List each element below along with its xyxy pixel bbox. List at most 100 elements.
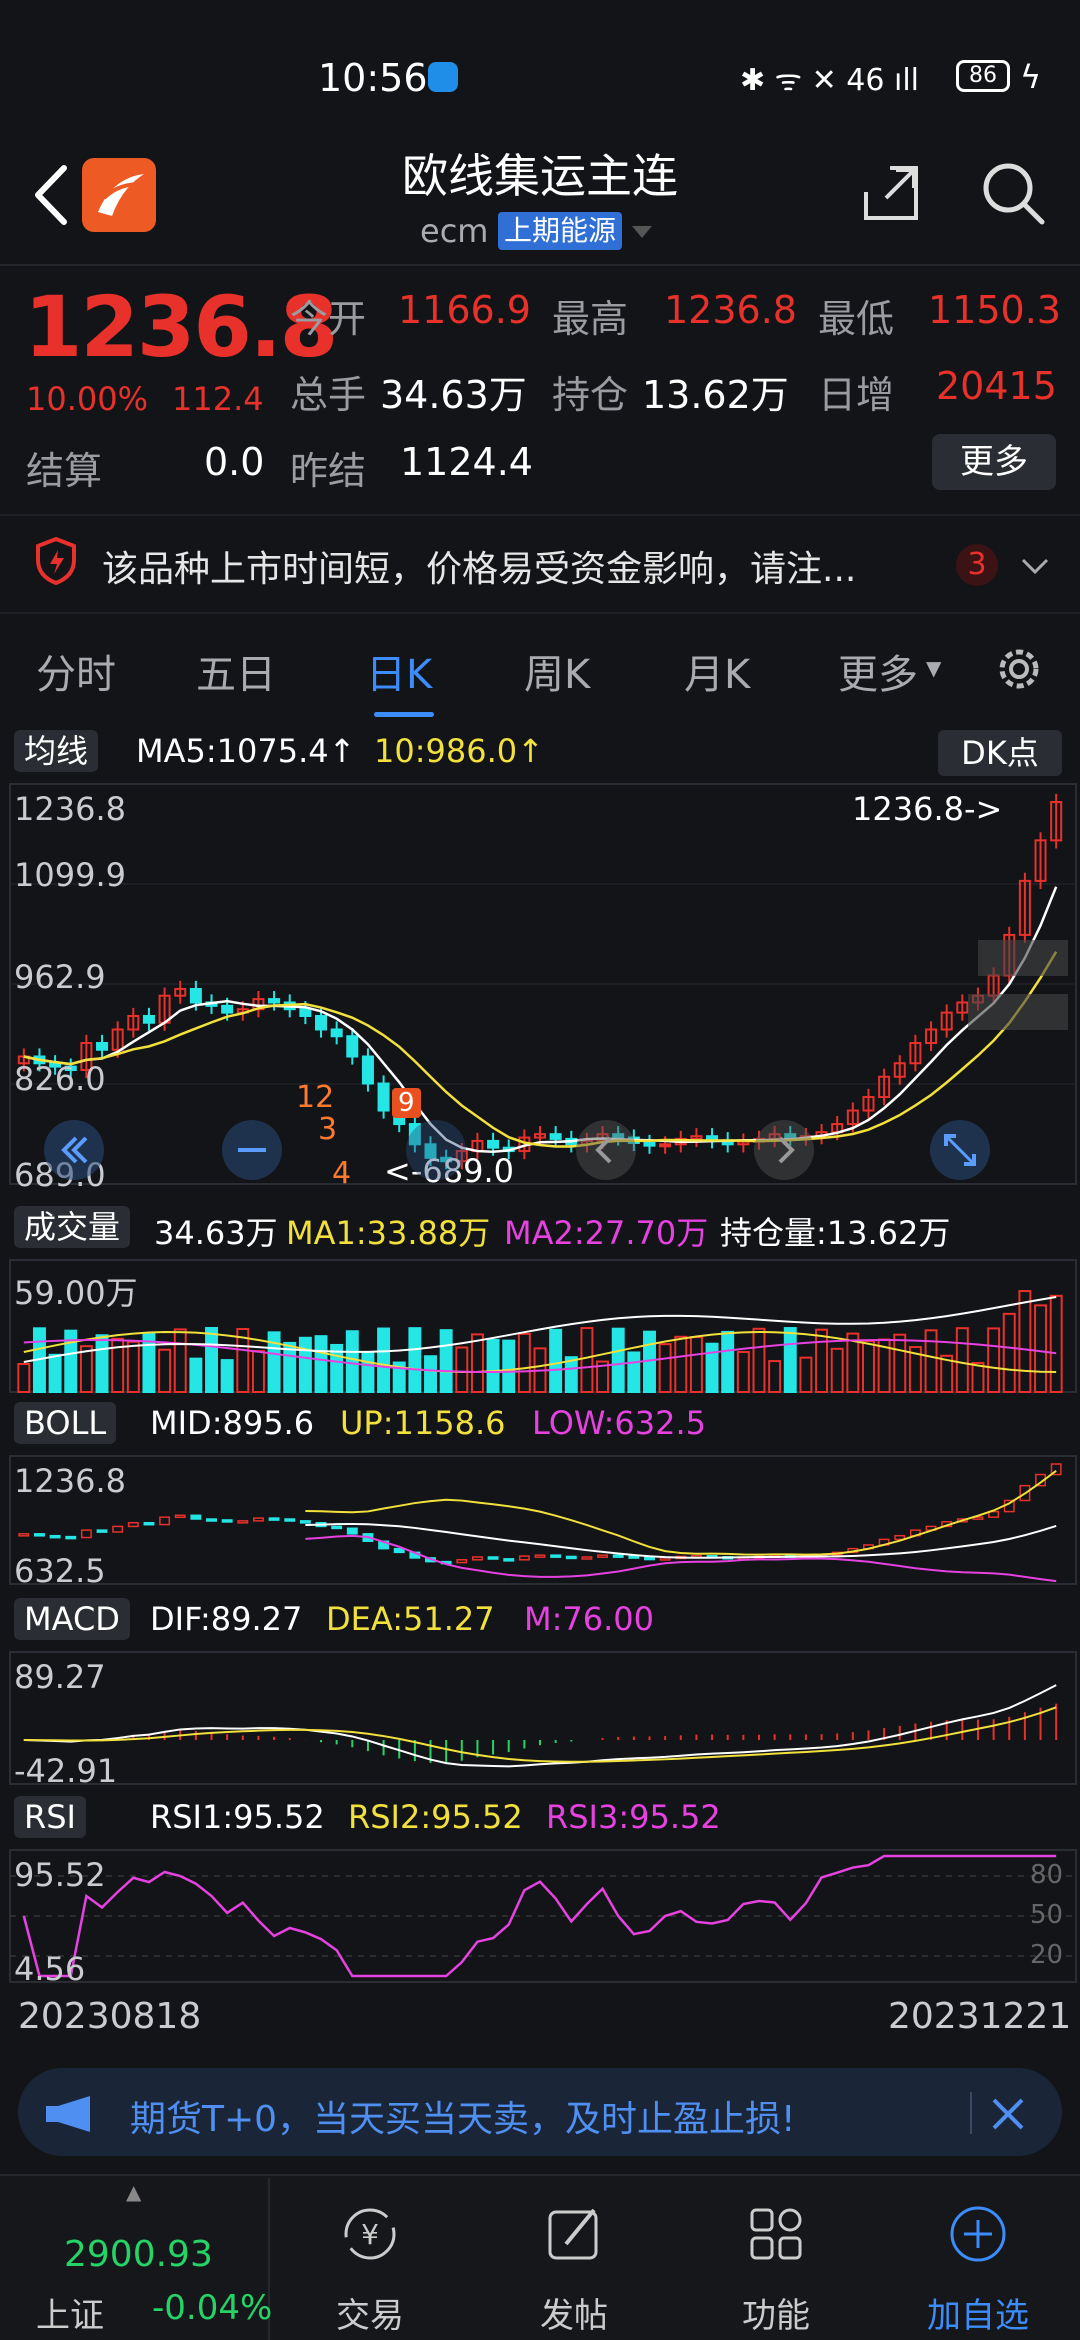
search-icon[interactable] bbox=[980, 160, 1046, 226]
rsi2-value: RSI2:95.52 bbox=[348, 1798, 523, 1836]
nav-functions[interactable]: 功能 bbox=[676, 2180, 876, 2340]
boll-candle bbox=[612, 1554, 624, 1558]
caret-up-icon: ▲ bbox=[126, 2180, 142, 2204]
volume-bar bbox=[971, 1362, 985, 1394]
volume-bar bbox=[799, 1356, 813, 1393]
volume-bar bbox=[783, 1327, 797, 1393]
chart-period-tabs: 分时 五日 日K 周K 月K 更多 ▼ bbox=[0, 622, 1080, 722]
tab-five-day[interactable]: 五日 bbox=[196, 642, 276, 700]
candle bbox=[268, 998, 281, 1004]
macd-axis-label: 89.27 bbox=[14, 1658, 106, 1696]
status-bar: 10:56 ✱ ᯤ ✕ 46 ıll 86 ϟ bbox=[0, 0, 1080, 150]
settle-value: 0.0 bbox=[204, 440, 265, 484]
volume-bar bbox=[424, 1355, 437, 1393]
more-button[interactable]: 更多 bbox=[932, 434, 1056, 490]
macd-indicator-button[interactable]: MACD bbox=[14, 1598, 130, 1640]
tab-daily-k[interactable]: 日K bbox=[366, 642, 432, 700]
volume-bar bbox=[48, 1353, 62, 1393]
volume-bar bbox=[580, 1327, 594, 1394]
boll-candle bbox=[253, 1517, 264, 1522]
scroll-left-icon[interactable] bbox=[42, 1118, 106, 1182]
boll-candle bbox=[174, 1514, 186, 1519]
candle bbox=[487, 1139, 500, 1149]
daily-increase-value: 20415 bbox=[936, 364, 1057, 408]
change-percent: 10.00% bbox=[26, 380, 149, 418]
volume-bar bbox=[815, 1328, 829, 1393]
candle bbox=[189, 987, 202, 1004]
previous-icon[interactable] bbox=[574, 1118, 638, 1182]
volume-bar bbox=[768, 1360, 782, 1393]
chevron-down-icon[interactable] bbox=[1020, 556, 1050, 576]
volume-bar bbox=[1002, 1312, 1016, 1393]
close-icon[interactable] bbox=[988, 2094, 1028, 2134]
nav-post[interactable]: 发帖 bbox=[474, 2180, 674, 2340]
boll-candle bbox=[393, 1547, 405, 1554]
ma-indicator-button[interactable]: 均线 bbox=[14, 730, 99, 772]
rsi-indicator-button[interactable]: RSI bbox=[14, 1796, 86, 1838]
volume-bar bbox=[205, 1327, 218, 1393]
open-value: 1166.9 bbox=[398, 288, 531, 332]
boll-candle bbox=[471, 1556, 483, 1561]
zoom-in-icon[interactable] bbox=[404, 1118, 468, 1182]
candlestick-chart[interactable] bbox=[9, 783, 1077, 1185]
volume-bar bbox=[517, 1332, 531, 1394]
boll-indicator-button[interactable]: BOLL bbox=[14, 1402, 117, 1444]
volume-bar bbox=[1034, 1304, 1048, 1393]
tab-weekly-k[interactable]: 周K bbox=[524, 642, 590, 700]
gear-icon[interactable] bbox=[994, 644, 1044, 694]
tab-intraday[interactable]: 分时 bbox=[36, 642, 116, 700]
boll-candle bbox=[65, 1535, 77, 1540]
candle bbox=[330, 1028, 343, 1038]
boll-candle bbox=[487, 1556, 499, 1560]
volume-value: 34.63万 bbox=[154, 1214, 278, 1252]
nav-label: 加自选 bbox=[927, 2296, 1029, 2336]
zoom-out-icon[interactable] bbox=[220, 1118, 284, 1182]
volume-bar bbox=[862, 1339, 875, 1393]
volume-bar bbox=[689, 1336, 703, 1393]
volume-bar bbox=[361, 1352, 375, 1393]
share-icon[interactable] bbox=[860, 162, 922, 224]
volume-bar bbox=[987, 1327, 1001, 1393]
boll-candle bbox=[80, 1529, 92, 1539]
candle bbox=[643, 1141, 656, 1147]
nav-trade[interactable]: ¥ 交易 bbox=[270, 2180, 470, 2340]
sequence-marker: 9 bbox=[392, 1088, 421, 1118]
candle bbox=[142, 1014, 155, 1024]
rsi-axis-label: 4.56 bbox=[14, 1950, 86, 1988]
nav-label: 功能 bbox=[742, 2296, 810, 2336]
battery-icon: 86 bbox=[956, 60, 1010, 92]
tab-more[interactable]: 更多 bbox=[838, 642, 918, 700]
boll-candle bbox=[331, 1525, 343, 1530]
tab-monthly-k[interactable]: 月K bbox=[684, 642, 750, 700]
volume-bar bbox=[830, 1347, 844, 1393]
volume-bar bbox=[220, 1359, 234, 1393]
volume-bar bbox=[455, 1346, 469, 1393]
chevron-down-icon[interactable] bbox=[630, 222, 654, 242]
boll-candle bbox=[346, 1527, 358, 1535]
volume-bar bbox=[721, 1330, 735, 1393]
date-start-label: 20230818 bbox=[18, 1996, 202, 2037]
volume-bar bbox=[408, 1327, 422, 1393]
sequence-marker: 4 bbox=[332, 1156, 352, 1191]
boll-candle bbox=[550, 1554, 562, 1558]
volume-indicator-button[interactable]: 成交量 bbox=[14, 1206, 131, 1248]
price-axis-label: 962.9 bbox=[14, 958, 106, 996]
macd-chart bbox=[9, 1651, 1077, 1785]
fullscreen-icon[interactable] bbox=[928, 1118, 992, 1182]
nav-add-watchlist[interactable]: 加自选 bbox=[878, 2180, 1078, 2340]
promo-text: 期货T+0，当天买当天卖，及时止盈止损! bbox=[130, 2099, 796, 2140]
yen-exchange-icon: ¥ bbox=[344, 2208, 396, 2260]
next-icon[interactable] bbox=[752, 1118, 816, 1182]
macd-dea: DEA:51.27 bbox=[326, 1600, 495, 1638]
boll-candle bbox=[268, 1517, 280, 1521]
volume-bar bbox=[439, 1329, 453, 1393]
nav-label: 交易 bbox=[336, 2296, 404, 2336]
volume-bar bbox=[955, 1327, 969, 1393]
candle bbox=[315, 1014, 328, 1031]
high-value: 1236.8 bbox=[664, 288, 797, 332]
candle bbox=[361, 1055, 374, 1085]
open-interest-value: 13.62万 bbox=[642, 373, 789, 417]
dk-point-button[interactable]: DK点 bbox=[938, 730, 1062, 776]
open-label: 今开 bbox=[290, 297, 367, 341]
volume-bar bbox=[752, 1327, 766, 1394]
